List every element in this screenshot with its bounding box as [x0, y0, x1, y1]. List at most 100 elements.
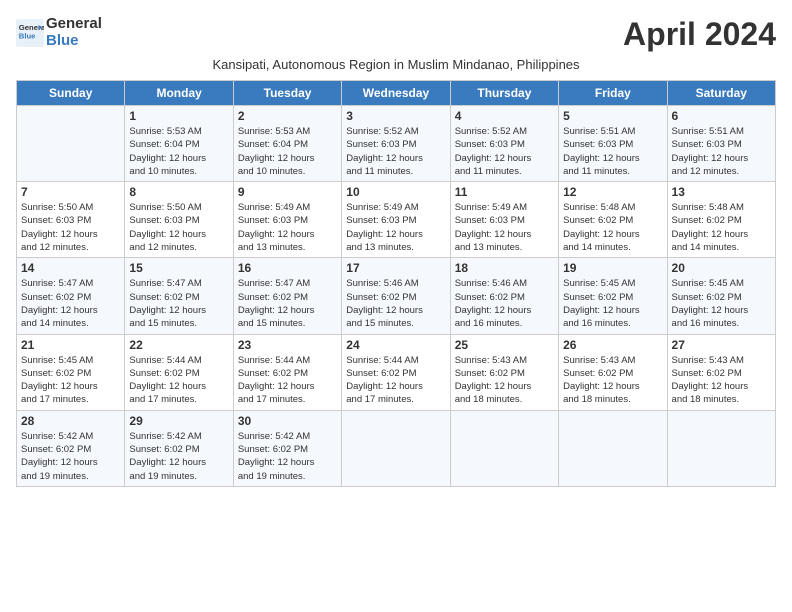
col-tuesday: Tuesday [233, 81, 341, 106]
col-thursday: Thursday [450, 81, 558, 106]
calendar-cell: 25 Sunrise: 5:43 AM Sunset: 6:02 PM Dayli… [450, 334, 558, 410]
day-number: 10 [346, 185, 445, 199]
day-number: 28 [21, 414, 120, 428]
day-info: Sunrise: 5:42 AM Sunset: 6:02 PM Dayligh… [129, 430, 228, 483]
calendar-cell: 28 Sunrise: 5:42 AM Sunset: 6:02 PM Dayli… [17, 410, 125, 486]
day-number: 15 [129, 261, 228, 275]
day-number: 6 [672, 109, 771, 123]
day-info: Sunrise: 5:47 AM Sunset: 6:02 PM Dayligh… [129, 277, 228, 330]
calendar-week-row-5: 28 Sunrise: 5:42 AM Sunset: 6:02 PM Dayli… [17, 410, 776, 486]
day-number: 3 [346, 109, 445, 123]
calendar-cell: 1Sunrise: 5:53 AM Sunset: 6:04 PM Daylig… [125, 106, 233, 182]
calendar-cell: 9 Sunrise: 5:49 AM Sunset: 6:03 PM Daylig… [233, 182, 341, 258]
calendar-week-row-4: 21 Sunrise: 5:45 AM Sunset: 6:02 PM Dayli… [17, 334, 776, 410]
calendar-subtitle: Kansipati, Autonomous Region in Muslim M… [16, 57, 776, 72]
day-info: Sunrise: 5:46 AM Sunset: 6:02 PM Dayligh… [455, 277, 554, 330]
day-number: 20 [672, 261, 771, 275]
calendar-cell [17, 106, 125, 182]
calendar-cell: 16 Sunrise: 5:47 AM Sunset: 6:02 PM Dayli… [233, 258, 341, 334]
calendar-cell: 13 Sunrise: 5:48 AM Sunset: 6:02 PM Dayli… [667, 182, 775, 258]
calendar-cell: 2Sunrise: 5:53 AM Sunset: 6:04 PM Daylig… [233, 106, 341, 182]
day-info: Sunrise: 5:45 AM Sunset: 6:02 PM Dayligh… [21, 354, 120, 407]
day-number: 24 [346, 338, 445, 352]
day-number: 13 [672, 185, 771, 199]
col-sunday: Sunday [17, 81, 125, 106]
calendar-week-row-3: 14 Sunrise: 5:47 AM Sunset: 6:02 PM Dayli… [17, 258, 776, 334]
day-number: 7 [21, 185, 120, 199]
day-number: 29 [129, 414, 228, 428]
day-info: Sunrise: 5:48 AM Sunset: 6:02 PM Dayligh… [563, 201, 662, 254]
day-info: Sunrise: 5:42 AM Sunset: 6:02 PM Dayligh… [238, 430, 337, 483]
day-info: Sunrise: 5:50 AM Sunset: 6:03 PM Dayligh… [129, 201, 228, 254]
day-info: Sunrise: 5:49 AM Sunset: 6:03 PM Dayligh… [346, 201, 445, 254]
day-info: Sunrise: 5:42 AM Sunset: 6:02 PM Dayligh… [21, 430, 120, 483]
day-number: 23 [238, 338, 337, 352]
calendar-cell [559, 410, 667, 486]
calendar-cell: 10 Sunrise: 5:49 AM Sunset: 6:03 PM Dayli… [342, 182, 450, 258]
calendar-cell: 15 Sunrise: 5:47 AM Sunset: 6:02 PM Dayli… [125, 258, 233, 334]
day-number: 18 [455, 261, 554, 275]
calendar-cell: 7 Sunrise: 5:50 AM Sunset: 6:03 PM Daylig… [17, 182, 125, 258]
day-number: 21 [21, 338, 120, 352]
day-number: 25 [455, 338, 554, 352]
calendar-cell: 21 Sunrise: 5:45 AM Sunset: 6:02 PM Dayli… [17, 334, 125, 410]
calendar-cell: 4Sunrise: 5:52 AM Sunset: 6:03 PM Daylig… [450, 106, 558, 182]
logo-text: General Blue [46, 16, 102, 49]
day-info: Sunrise: 5:43 AM Sunset: 6:02 PM Dayligh… [672, 354, 771, 407]
calendar-cell: 23 Sunrise: 5:44 AM Sunset: 6:02 PM Dayli… [233, 334, 341, 410]
day-number: 2 [238, 109, 337, 123]
calendar-cell: 3 Sunrise: 5:52 AM Sunset: 6:03 PM Daylig… [342, 106, 450, 182]
logo-line2: Blue [46, 33, 102, 50]
day-number: 8 [129, 185, 228, 199]
day-number: 14 [21, 261, 120, 275]
day-info: Sunrise: 5:49 AM Sunset: 6:03 PM Dayligh… [455, 201, 554, 254]
day-info: Sunrise: 5:51 AM Sunset: 6:03 PM Dayligh… [672, 125, 771, 178]
day-info: Sunrise: 5:44 AM Sunset: 6:02 PM Dayligh… [346, 354, 445, 407]
day-info: Sunrise: 5:47 AM Sunset: 6:02 PM Dayligh… [238, 277, 337, 330]
day-info: Sunrise: 5:44 AM Sunset: 6:02 PM Dayligh… [129, 354, 228, 407]
calendar-cell: 11 Sunrise: 5:49 AM Sunset: 6:03 PM Dayli… [450, 182, 558, 258]
calendar-cell: 18 Sunrise: 5:46 AM Sunset: 6:02 PM Dayli… [450, 258, 558, 334]
calendar-cell: 14 Sunrise: 5:47 AM Sunset: 6:02 PM Dayli… [17, 258, 125, 334]
calendar-cell [342, 410, 450, 486]
day-number: 16 [238, 261, 337, 275]
logo: General Blue General Blue [16, 16, 102, 49]
calendar-cell: 24 Sunrise: 5:44 AM Sunset: 6:02 PM Dayli… [342, 334, 450, 410]
calendar-cell [450, 410, 558, 486]
day-number: 11 [455, 185, 554, 199]
calendar-cell: 27Sunrise: 5:43 AM Sunset: 6:02 PM Dayli… [667, 334, 775, 410]
day-info: Sunrise: 5:52 AM Sunset: 6:03 PM Dayligh… [346, 125, 445, 178]
day-info: Sunrise: 5:50 AM Sunset: 6:03 PM Dayligh… [21, 201, 120, 254]
day-info: Sunrise: 5:53 AM Sunset: 6:04 PM Dayligh… [129, 125, 228, 178]
calendar-cell: 30 Sunrise: 5:42 AM Sunset: 6:02 PM Dayli… [233, 410, 341, 486]
calendar-table: Sunday Monday Tuesday Wednesday Thursday… [16, 80, 776, 487]
calendar-week-row-1: 1Sunrise: 5:53 AM Sunset: 6:04 PM Daylig… [17, 106, 776, 182]
day-info: Sunrise: 5:43 AM Sunset: 6:02 PM Dayligh… [563, 354, 662, 407]
day-number: 17 [346, 261, 445, 275]
calendar-cell: 22Sunrise: 5:44 AM Sunset: 6:02 PM Dayli… [125, 334, 233, 410]
day-number: 30 [238, 414, 337, 428]
day-info: Sunrise: 5:48 AM Sunset: 6:02 PM Dayligh… [672, 201, 771, 254]
day-number: 26 [563, 338, 662, 352]
calendar-cell [667, 410, 775, 486]
day-number: 9 [238, 185, 337, 199]
day-info: Sunrise: 5:43 AM Sunset: 6:02 PM Dayligh… [455, 354, 554, 407]
header: General Blue General Blue April 2024 [16, 16, 776, 53]
col-saturday: Saturday [667, 81, 775, 106]
calendar-week-row-2: 7 Sunrise: 5:50 AM Sunset: 6:03 PM Daylig… [17, 182, 776, 258]
calendar-header-row: Sunday Monday Tuesday Wednesday Thursday… [17, 81, 776, 106]
day-number: 5 [563, 109, 662, 123]
svg-text:Blue: Blue [19, 31, 36, 40]
calendar-cell: 5Sunrise: 5:51 AM Sunset: 6:03 PM Daylig… [559, 106, 667, 182]
calendar-cell: 19Sunrise: 5:45 AM Sunset: 6:02 PM Dayli… [559, 258, 667, 334]
day-number: 19 [563, 261, 662, 275]
calendar-cell: 12Sunrise: 5:48 AM Sunset: 6:02 PM Dayli… [559, 182, 667, 258]
day-info: Sunrise: 5:44 AM Sunset: 6:02 PM Dayligh… [238, 354, 337, 407]
calendar-cell: 6 Sunrise: 5:51 AM Sunset: 6:03 PM Daylig… [667, 106, 775, 182]
month-title: April 2024 [623, 16, 776, 53]
day-info: Sunrise: 5:49 AM Sunset: 6:03 PM Dayligh… [238, 201, 337, 254]
col-friday: Friday [559, 81, 667, 106]
day-info: Sunrise: 5:47 AM Sunset: 6:02 PM Dayligh… [21, 277, 120, 330]
calendar-cell: 17Sunrise: 5:46 AM Sunset: 6:02 PM Dayli… [342, 258, 450, 334]
calendar-cell: 26 Sunrise: 5:43 AM Sunset: 6:02 PM Dayli… [559, 334, 667, 410]
